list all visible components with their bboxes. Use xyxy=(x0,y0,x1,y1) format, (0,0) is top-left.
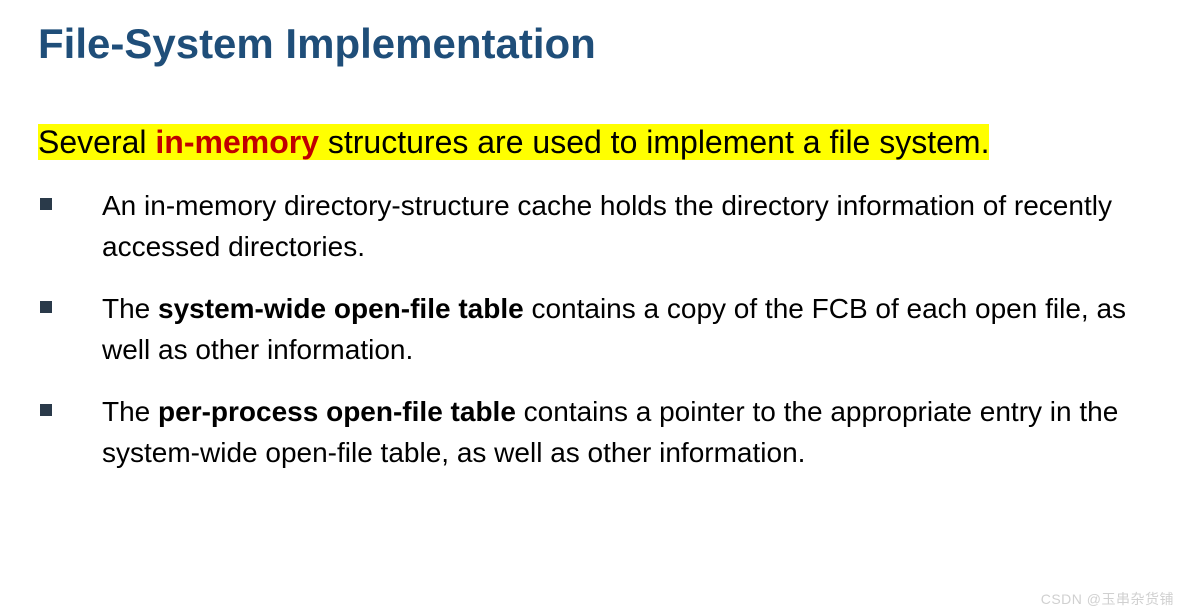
bullet-text: The xyxy=(102,293,158,324)
intro-highlight: Several in-memory structures are used to… xyxy=(38,124,989,160)
bullet-item: An in-memory directory-structure cache h… xyxy=(38,186,1146,267)
intro-keyword: in-memory xyxy=(155,124,319,160)
intro-post: structures are used to implement a file … xyxy=(319,124,989,160)
bullet-text: per-process open-file table xyxy=(158,396,516,427)
bullet-text: system-wide open-file table xyxy=(158,293,524,324)
intro-line: Several in-memory structures are used to… xyxy=(38,118,1146,166)
bullet-item: The system-wide open-file table contains… xyxy=(38,289,1146,370)
bullet-text: The xyxy=(102,396,158,427)
watermark: CSDN @玉串杂货铺 xyxy=(1041,589,1174,609)
slide-title: File-System Implementation xyxy=(38,20,1146,68)
bullet-list: An in-memory directory-structure cache h… xyxy=(38,186,1146,474)
bullet-text: An in-memory directory-structure cache h… xyxy=(102,190,1112,262)
intro-pre: Several xyxy=(38,124,155,160)
bullet-item: The per-process open-file table contains… xyxy=(38,392,1146,473)
